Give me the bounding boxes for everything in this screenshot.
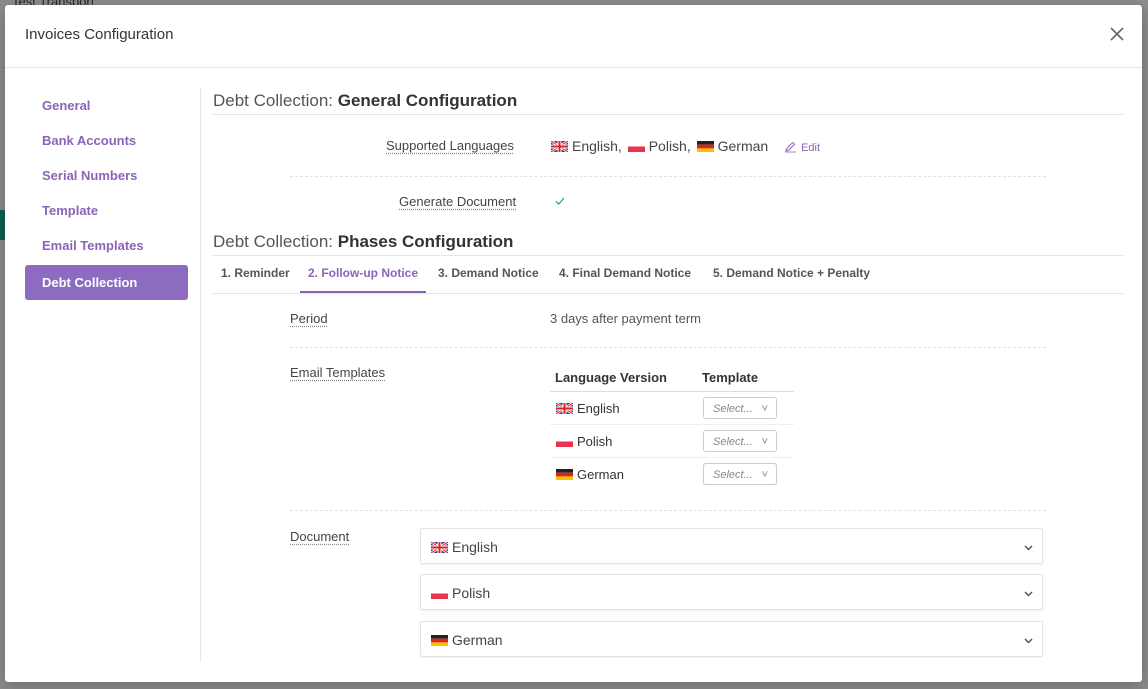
table-row: Polish Select... ˅ [550, 424, 794, 458]
document-language: English [452, 539, 498, 555]
supported-languages-list: English, Polish, German Edit [551, 138, 820, 154]
language-cell: Polish [550, 424, 697, 458]
sidebar-divider [200, 89, 201, 662]
chevron-down-icon [1024, 529, 1033, 565]
edit-label: Edit [801, 142, 821, 154]
tab-demand-notice[interactable]: 3. Demand Notice [430, 255, 547, 292]
template-cell: Select... ˅ [697, 391, 794, 425]
language-name: English [577, 400, 620, 416]
tab-reminder[interactable]: 1. Reminder [213, 255, 298, 292]
language-name: English, [572, 138, 622, 154]
tab-demand-notice-penalty[interactable]: 5. Demand Notice + Penalty [705, 255, 878, 292]
column-header-language-version: Language Version [550, 361, 697, 392]
pencil-icon [785, 141, 797, 153]
document-panel-polish[interactable]: Polish [420, 574, 1043, 610]
general-config-title-prefix: Debt Collection: [213, 91, 334, 110]
document-language: German [452, 632, 503, 648]
select-placeholder: Select... [713, 403, 753, 415]
period-value: 3 days after payment term [550, 311, 702, 326]
column-header-template: Template [697, 361, 794, 392]
tab-follow-up-notice[interactable]: 2. Follow-up Notice [300, 255, 426, 293]
row-separator [290, 347, 1046, 348]
modal-title: Invoices Configuration [25, 26, 174, 43]
poland-flag-icon [627, 141, 645, 152]
uk-flag-icon [431, 542, 448, 553]
sidebar-item-debt-collection[interactable]: Debt Collection [25, 265, 188, 300]
phase-tabs: 1. Reminder 2. Follow-up Notice 3. Deman… [213, 255, 1123, 294]
germany-flag-icon [556, 468, 573, 480]
table-row: English Select... ˅ [550, 391, 794, 425]
period-label: Period [290, 311, 328, 326]
language-cell: English [550, 391, 697, 425]
general-config-title-main: General Configuration [337, 91, 518, 110]
document-language: Polish [452, 585, 491, 601]
sidebar-item-template[interactable]: Template [25, 194, 188, 229]
invoices-configuration-modal: Invoices Configuration General Bank Acco… [5, 5, 1142, 682]
poland-flag-icon [431, 588, 448, 599]
generate-document-label: Generate Document [399, 194, 517, 209]
table-row: German Select... ˅ [550, 458, 794, 491]
language-name: Polish, [648, 138, 691, 154]
general-config-title: Debt Collection: General Configuration [213, 87, 1123, 115]
template-cell: Select... ˅ [697, 458, 794, 491]
language-name: German [577, 466, 624, 482]
email-templates-table: Language Version Template English Select… [550, 361, 794, 490]
close-icon[interactable] [1108, 25, 1126, 43]
language-name: Polish [577, 433, 613, 449]
uk-flag-icon [551, 141, 568, 152]
chevron-down-icon: ˅ [761, 469, 768, 481]
germany-flag-icon [696, 141, 714, 152]
sidebar-item-email-templates[interactable]: Email Templates [25, 229, 188, 264]
row-separator [290, 510, 1046, 511]
phases-config-title-prefix: Debt Collection: [213, 232, 334, 251]
sidebar-nav: General Bank Accounts Serial Numbers Tem… [25, 89, 188, 300]
select-placeholder: Select... [713, 436, 753, 448]
chevron-down-icon: ˅ [761, 403, 768, 415]
template-cell: Select... ˅ [697, 424, 794, 458]
supported-languages-label: Supported Languages [386, 138, 514, 153]
template-select[interactable]: Select... ˅ [703, 430, 777, 452]
select-placeholder: Select... [713, 469, 753, 481]
edit-languages-button[interactable]: Edit [784, 141, 821, 154]
check-icon [554, 194, 566, 206]
language-item-english: English, [551, 138, 622, 154]
template-select[interactable]: Select... ˅ [703, 463, 777, 485]
email-templates-label: Email Templates [290, 365, 386, 380]
main-content: Debt Collection: General Configuration S… [213, 87, 1123, 657]
phases-config-title-main: Phases Configuration [337, 232, 514, 251]
chevron-down-icon [1024, 622, 1033, 658]
language-cell: German [550, 458, 697, 491]
chevron-down-icon: ˅ [761, 436, 768, 448]
document-panel-german[interactable]: German [420, 621, 1043, 657]
germany-flag-icon [431, 635, 448, 646]
phases-config-title: Debt Collection: Phases Configuration [213, 228, 1123, 256]
document-panel-english[interactable]: English [420, 528, 1043, 564]
poland-flag-icon [556, 435, 573, 447]
uk-flag-icon [556, 402, 573, 414]
document-label: Document [290, 529, 350, 544]
language-item-german: German [696, 138, 769, 154]
row-separator [290, 176, 1046, 177]
template-select[interactable]: Select... ˅ [703, 397, 777, 419]
tab-final-demand-notice[interactable]: 4. Final Demand Notice [551, 255, 699, 292]
sidebar-item-serial-numbers[interactable]: Serial Numbers [25, 159, 188, 194]
language-name: German [717, 138, 769, 154]
modal-header: Invoices Configuration [5, 5, 1142, 68]
sidebar-item-bank-accounts[interactable]: Bank Accounts [25, 124, 188, 159]
language-item-polish: Polish, [627, 138, 691, 154]
sidebar-item-general[interactable]: General [25, 89, 188, 124]
chevron-down-icon [1024, 575, 1033, 611]
